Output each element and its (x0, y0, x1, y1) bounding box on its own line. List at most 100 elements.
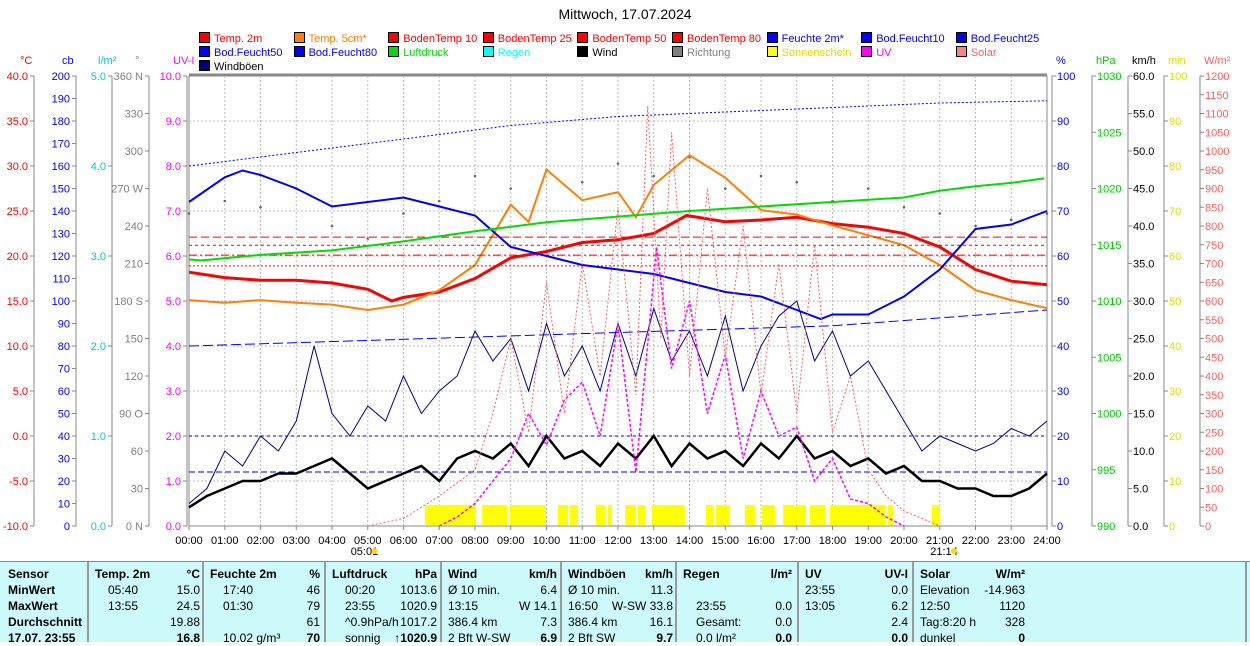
table-separator (440, 562, 442, 642)
direction-point (902, 205, 906, 209)
table-cell: -14.963 (984, 583, 1025, 597)
direction-point (1009, 218, 1013, 222)
tick-label-hum: 20 (1057, 431, 1069, 443)
tick-label-temp: 15.0 (7, 296, 28, 308)
tick-label-press: 995 (1097, 465, 1115, 477)
tick-label-temp: 10.0 (7, 341, 28, 353)
x-tick-label: 12:00 (604, 535, 632, 547)
table-cell: 70 (306, 631, 320, 645)
tick-label-uv: 8.0 (166, 161, 181, 173)
tick-label-dir: 330 (125, 109, 143, 121)
x-tick-label: 04:00 (318, 535, 346, 547)
tick-label-solar: 150 (1205, 465, 1223, 477)
direction-point (509, 187, 513, 190)
table-separator (560, 562, 562, 642)
tick-label-dir: 210 (125, 259, 143, 271)
tick-label-press: 1015 (1097, 240, 1121, 252)
sunshine-bar (607, 505, 612, 525)
summary-table: Sensor MinWert MaxWert Durchschnitt 17.07. 2… (0, 561, 1250, 645)
tick-label-solar: 950 (1205, 165, 1223, 177)
sunshine-bar (715, 505, 730, 525)
table-cell: % (309, 567, 320, 581)
tick-label-temp: 0.0 (13, 431, 28, 443)
tick-label-press: 990 (1097, 521, 1115, 533)
tick-label-uv: 2.0 (166, 431, 181, 443)
tick-label-hum: 10 (1057, 476, 1069, 488)
tick-label-rain: 3.0 (91, 251, 106, 263)
x-tick-label: 15:00 (711, 535, 739, 547)
tick-label-wind: 30.0 (1133, 296, 1154, 308)
tick-label-wind: 55.0 (1133, 109, 1154, 121)
tick-label-wind: 5.0 (1133, 484, 1148, 496)
table-cell: 7.3 (540, 615, 557, 629)
direction-point (187, 212, 191, 215)
table-cell: 1013.6 (400, 583, 437, 597)
sunshine-bar (638, 505, 646, 525)
tick-label-hum: 80 (1057, 161, 1069, 173)
tick-label-dir: 30 (131, 484, 143, 496)
direction-point (366, 237, 370, 240)
table-cell: 0.0 (775, 599, 792, 613)
table-cell: Sensor (8, 567, 49, 581)
tick-label-sun: 80 (1169, 161, 1181, 173)
tick-label-cb: 0 (64, 521, 70, 533)
tick-label-wind: 10.0 (1133, 446, 1154, 458)
table-separator (675, 562, 677, 642)
tick-label-solar: 0 (1205, 521, 1211, 533)
tick-label-cb: 180 (52, 116, 70, 128)
x-tick-label: 01:00 (211, 535, 239, 547)
direction-point (330, 224, 334, 228)
tick-label-dir: 300 (125, 146, 143, 158)
tick-label-solar: 350 (1205, 390, 1223, 402)
table-cell: W/m² (995, 567, 1025, 581)
x-tick-label: 03:00 (282, 535, 310, 547)
direction-point (759, 174, 763, 178)
tick-label-temp: -10.0 (3, 521, 28, 533)
tick-label-hum: 50 (1057, 296, 1069, 308)
tick-label-uv: 7.0 (166, 206, 181, 218)
tick-label-solar: 850 (1205, 202, 1223, 214)
x-tick-label: 00:00 (175, 535, 203, 547)
tick-label-temp: 35.0 (7, 116, 28, 128)
tick-label-press: 1020 (1097, 184, 1121, 196)
tick-label-sun: 60 (1169, 251, 1181, 263)
table-cell: 16.8 (176, 631, 200, 645)
tick-label-sun: 40 (1169, 341, 1181, 353)
tick-label-solar: 700 (1205, 259, 1223, 271)
table-cell: km/h (644, 567, 673, 581)
tick-label-uv: 9.0 (166, 116, 181, 128)
sunshine-bar (744, 505, 755, 525)
table-cell: W 14.1 (518, 599, 557, 613)
x-tick-label: 16:00 (747, 535, 775, 547)
tick-label-temp: 5.0 (13, 386, 28, 398)
tick-label-uv: 3.0 (166, 386, 181, 398)
tick-label-dir: 360 N (114, 71, 143, 83)
tick-label-dir: 150 (125, 334, 143, 346)
tick-label-cb: 160 (52, 161, 70, 173)
table-cell: 1120 (999, 599, 1025, 613)
table-cell: °C (186, 567, 200, 581)
table-cell: 46 (306, 583, 320, 597)
x-tick-label: 20:00 (890, 535, 918, 547)
tick-label-wind: 40.0 (1133, 221, 1154, 233)
tick-label-hum: 70 (1057, 206, 1069, 218)
tick-label-uv: 10.0 (160, 71, 181, 83)
sunshine-bar (625, 505, 636, 525)
table-cell: MinWert (8, 583, 56, 597)
table-cell: Solar (920, 567, 951, 581)
sunshine-bar (783, 505, 807, 525)
x-tick-label: 14:00 (676, 535, 704, 547)
tick-label-press: 1005 (1097, 352, 1121, 364)
tick-label-hum: 40 (1057, 341, 1069, 353)
tick-label-rain: 4.0 (91, 161, 106, 173)
tick-label-cb: 40 (58, 431, 70, 443)
direction-point (795, 180, 799, 184)
direction-point (938, 212, 942, 215)
weather-chart: -10.0 -5.0 0.0 5.0 10.0 15.0 20.0 25.0 30.0 35.0 4… (3, 71, 1230, 558)
tick-label-solar: 750 (1205, 240, 1223, 252)
table-cell: 24.5 (176, 599, 200, 613)
tick-label-hum: 0 (1057, 521, 1063, 533)
table-cell: km/h (528, 567, 557, 581)
table-cell: l/m² (770, 567, 792, 581)
direction-point (437, 199, 441, 203)
